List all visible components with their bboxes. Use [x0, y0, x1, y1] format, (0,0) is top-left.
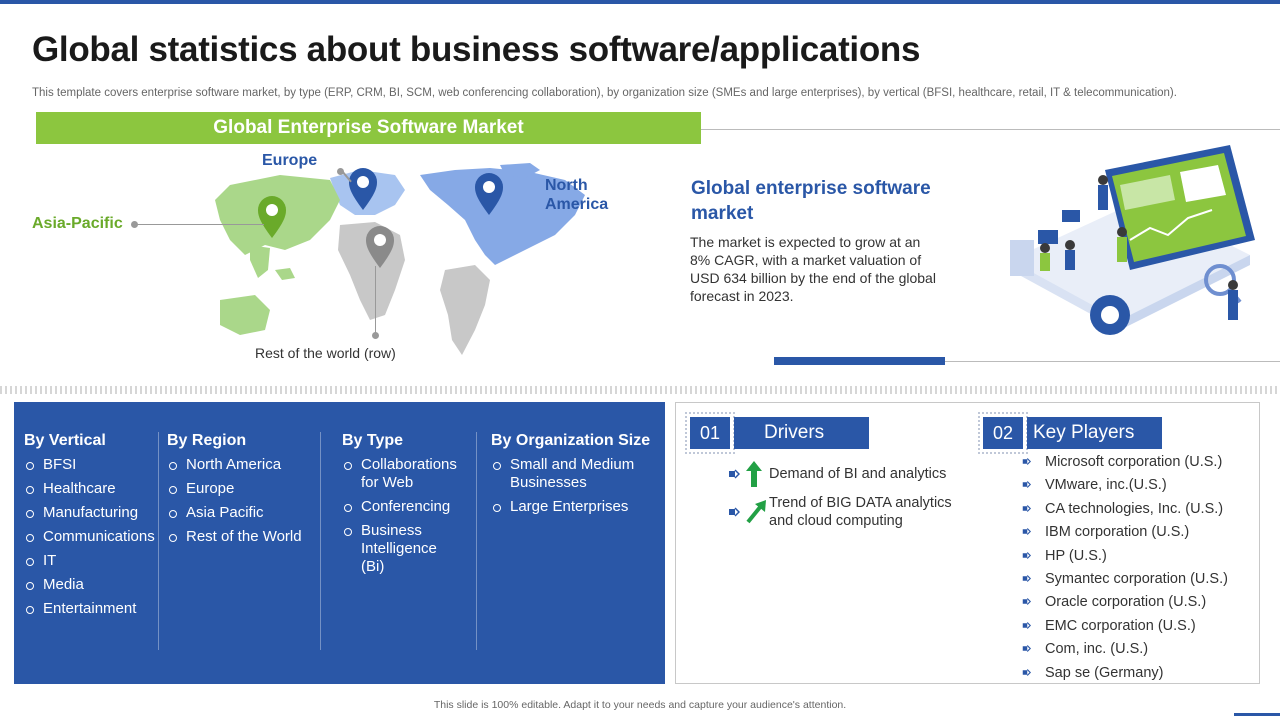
list-item: Symantec corporation (U.S.) [1022, 569, 1228, 592]
gray-underline [945, 361, 1280, 362]
leader-line-rest-of-world [375, 266, 376, 334]
player-name: Com, inc. (U.S.) [1045, 641, 1149, 658]
driver-item: Demand of BI and analytics [769, 466, 947, 482]
market-description: The market is expected to grow at an 8% … [690, 234, 936, 304]
list-item: Microsoft corporation (U.S.) [1022, 452, 1228, 475]
key-players-number: 02 [978, 412, 1028, 454]
market-heading: Global enterprise software market [691, 178, 931, 224]
india-shape [250, 245, 270, 278]
segment-title: By Organization Size [491, 432, 651, 449]
segment-title: By Type [342, 432, 404, 449]
list-item: IBM corporation (U.S.) [1022, 522, 1228, 545]
footer-accent-bar [1234, 713, 1280, 716]
list-item: VMware, inc.(U.S.) [1022, 475, 1228, 498]
bullet-icon [1022, 598, 1031, 606]
player-name: CA technologies, Inc. (U.S.) [1045, 500, 1224, 517]
list-item: Rest of the World [167, 528, 317, 546]
label-asia-pacific: Asia-Pacific [32, 215, 123, 232]
islands-shape [275, 268, 295, 280]
list-item: Sap se (Germany) [1022, 663, 1228, 686]
key-players-heading: Key Players [1027, 417, 1162, 449]
player-name: IBM corporation (U.S.) [1045, 524, 1190, 541]
analytics-illustration [1010, 145, 1255, 335]
bullet-icon [729, 507, 740, 517]
player-name: VMware, inc.(U.S.) [1045, 477, 1167, 494]
arrow-up-icon [746, 461, 762, 487]
drivers-number: 01 [685, 412, 735, 454]
bullet-icon [1022, 645, 1031, 653]
list-item: North America [167, 456, 317, 474]
bullet-icon [1022, 575, 1031, 582]
bullet-icon [1022, 458, 1031, 465]
segment-title: By Vertical [24, 432, 106, 449]
list-item: IT [24, 552, 164, 570]
top-accent-bar [0, 0, 1280, 4]
list-item: BFSI [24, 456, 164, 474]
list-item: Manufacturing [24, 504, 164, 522]
list-item: Europe [167, 480, 317, 498]
segment-title: By Region [167, 432, 247, 449]
drivers-heading: Drivers [734, 417, 869, 449]
arrow-up-right-icon [746, 500, 766, 524]
column-divider [320, 432, 321, 650]
market-section-bar: Global Enterprise Software Market [36, 112, 701, 144]
bullet-icon [1022, 668, 1031, 676]
list-item: Small and Medium Businesses [491, 456, 651, 492]
leader-dot-rest-of-world [372, 332, 379, 339]
leader-line-asia-pacific [136, 224, 264, 225]
list-item: Media [24, 576, 164, 594]
section-divider [701, 129, 1280, 130]
bullet-icon [1022, 621, 1031, 629]
segment-type: By Type Collaborations for Web Conferenc… [342, 432, 477, 582]
accent-underline [774, 357, 945, 365]
segmentation-panel: By Vertical BFSI Healthcare Manufacturin… [14, 402, 665, 684]
player-name: Symantec corporation (U.S.) [1045, 570, 1228, 587]
list-item: CA technologies, Inc. (U.S.) [1022, 499, 1228, 522]
driver-item: Trend of BIG DATA analytics and cloud co… [769, 495, 952, 529]
footer-note: This slide is 100% editable. Adapt it to… [433, 699, 847, 711]
page-title: Global statistics about business softwar… [32, 30, 921, 69]
page-subtitle: This template covers enterprise software… [32, 87, 1177, 99]
bullet-icon [1022, 481, 1031, 489]
list-item: Business Intelligence (Bi) [342, 522, 460, 576]
label-europe: Europe [262, 152, 318, 169]
list-item: Conferencing [342, 498, 477, 516]
player-name: EMC corporation (U.S.) [1045, 617, 1196, 634]
player-name: HP (U.S.) [1045, 547, 1107, 564]
list-item: Asia Pacific [167, 504, 317, 522]
australia-shape [220, 295, 270, 335]
list-item: HP (U.S.) [1022, 546, 1228, 569]
column-divider [158, 432, 159, 650]
list-item: Large Enterprises [491, 498, 661, 516]
player-name: Oracle corporation (U.S.) [1045, 594, 1207, 611]
list-item: Oracle corporation (U.S.) [1022, 592, 1228, 615]
bullet-icon [729, 469, 740, 479]
label-rest-of-world: Rest of the world (row) [255, 345, 396, 361]
bullet-icon [1022, 528, 1031, 536]
list-item: Healthcare [24, 480, 164, 498]
bullet-icon [1022, 504, 1031, 512]
list-item: EMC corporation (U.S.) [1022, 616, 1228, 639]
column-divider [476, 432, 477, 650]
dotted-separator [0, 386, 1280, 394]
list-item: Entertainment [24, 600, 164, 618]
south-america-shape [440, 265, 490, 355]
key-players-list: Microsoft corporation (U.S.) VMware, inc… [1022, 452, 1228, 686]
segment-org-size: By Organization Size Small and Medium Bu… [491, 432, 661, 522]
bullet-icon [1022, 551, 1031, 559]
list-item: Com, inc. (U.S.) [1022, 639, 1228, 662]
list-item: Collaborations for Web [342, 456, 460, 492]
segment-vertical: By Vertical BFSI Healthcare Manufacturin… [24, 432, 164, 624]
player-name: Microsoft corporation (U.S.) [1045, 454, 1223, 470]
segment-region: By Region North America Europe Asia Paci… [167, 432, 317, 552]
list-item: Communications [24, 528, 164, 546]
player-name: Sap se (Germany) [1045, 664, 1164, 681]
label-north-america: North America [545, 177, 609, 213]
